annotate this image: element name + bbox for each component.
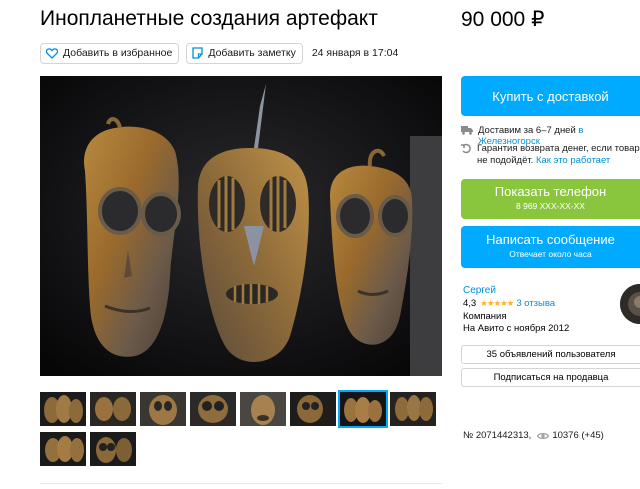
eye-icon	[537, 432, 550, 439]
publish-date: 24 января в 17:04	[311, 47, 399, 59]
heart-icon	[46, 47, 58, 59]
how-it-works-link[interactable]: Как это работает	[536, 155, 610, 166]
write-message-button[interactable]: Написать сообщение Отвечает около часа	[461, 226, 640, 268]
truck-icon	[461, 126, 473, 135]
add-to-favorites-button[interactable]: Добавить в избранное	[40, 42, 180, 64]
reviews-link[interactable]: 3 отзыва	[516, 298, 555, 309]
guarantee-info: Гарантия возврата денег, если товар не п…	[461, 143, 640, 167]
buy-with-delivery-label: Купить с доставкой	[492, 88, 609, 104]
thumbnail[interactable]	[40, 392, 86, 426]
listing-number: № 2071442313,	[463, 430, 532, 441]
thumbnail[interactable]	[90, 392, 136, 426]
show-phone-button[interactable]: Показать телефон 8 969 XXX-XX-XX	[461, 179, 640, 219]
subscribe-seller-button[interactable]: Подписаться на продавца	[461, 368, 640, 387]
rating-stars-icon: ★★★★★	[480, 298, 514, 308]
view-count: 10376 (+45)	[552, 430, 604, 441]
main-photo[interactable]	[40, 76, 442, 376]
thumbnail[interactable]	[290, 392, 336, 426]
avatar[interactable]	[620, 284, 640, 324]
listing-meta: № 2071442313, 10376 (+45)	[463, 430, 604, 441]
seller-ads-button[interactable]: 35 объявлений пользователя	[461, 345, 640, 364]
write-message-label: Написать сообщение	[486, 232, 615, 247]
thumbnail[interactable]	[390, 392, 436, 426]
thumbnail[interactable]	[90, 432, 136, 466]
masked-phone: 8 969 XXX-XX-XX	[516, 201, 585, 211]
show-phone-label: Показать телефон	[494, 184, 607, 199]
thumbnail[interactable]	[140, 392, 186, 426]
seller-since: На Авито с ноября 2012	[463, 323, 570, 334]
thumbnail[interactable]	[190, 392, 236, 426]
listing-price: 90 000 ₽	[461, 8, 545, 31]
seller-name[interactable]: Сергей	[463, 285, 496, 296]
seller-rating: 4,3 ★★★★★ 3 отзыва	[463, 298, 555, 309]
thumbnail[interactable]	[240, 392, 286, 426]
add-to-favorites-label: Добавить в избранное	[63, 47, 173, 59]
thumbnail[interactable]	[40, 432, 86, 466]
note-icon	[192, 47, 204, 59]
thumbnail-active[interactable]	[338, 390, 388, 428]
refund-icon	[461, 143, 471, 154]
reply-time: Отвечает около часа	[509, 249, 592, 259]
buy-with-delivery-button[interactable]: Купить с доставкой	[461, 76, 640, 116]
seller-type: Компания	[463, 311, 507, 322]
add-note-button[interactable]: Добавить заметку	[186, 42, 303, 64]
seller-ads-label: 35 объявлений пользователя	[486, 349, 616, 360]
listing-actions: Добавить в избранное Добавить заметку 24…	[40, 42, 398, 64]
rating-value: 4,3	[463, 298, 477, 309]
delivery-time: Доставим за 6–7 дней	[478, 125, 576, 136]
subscribe-seller-label: Подписаться на продавца	[493, 372, 609, 383]
listing-title: Инопланетные создания артефакт	[40, 7, 378, 30]
add-note-label: Добавить заметку	[208, 47, 296, 59]
divider	[40, 483, 442, 484]
